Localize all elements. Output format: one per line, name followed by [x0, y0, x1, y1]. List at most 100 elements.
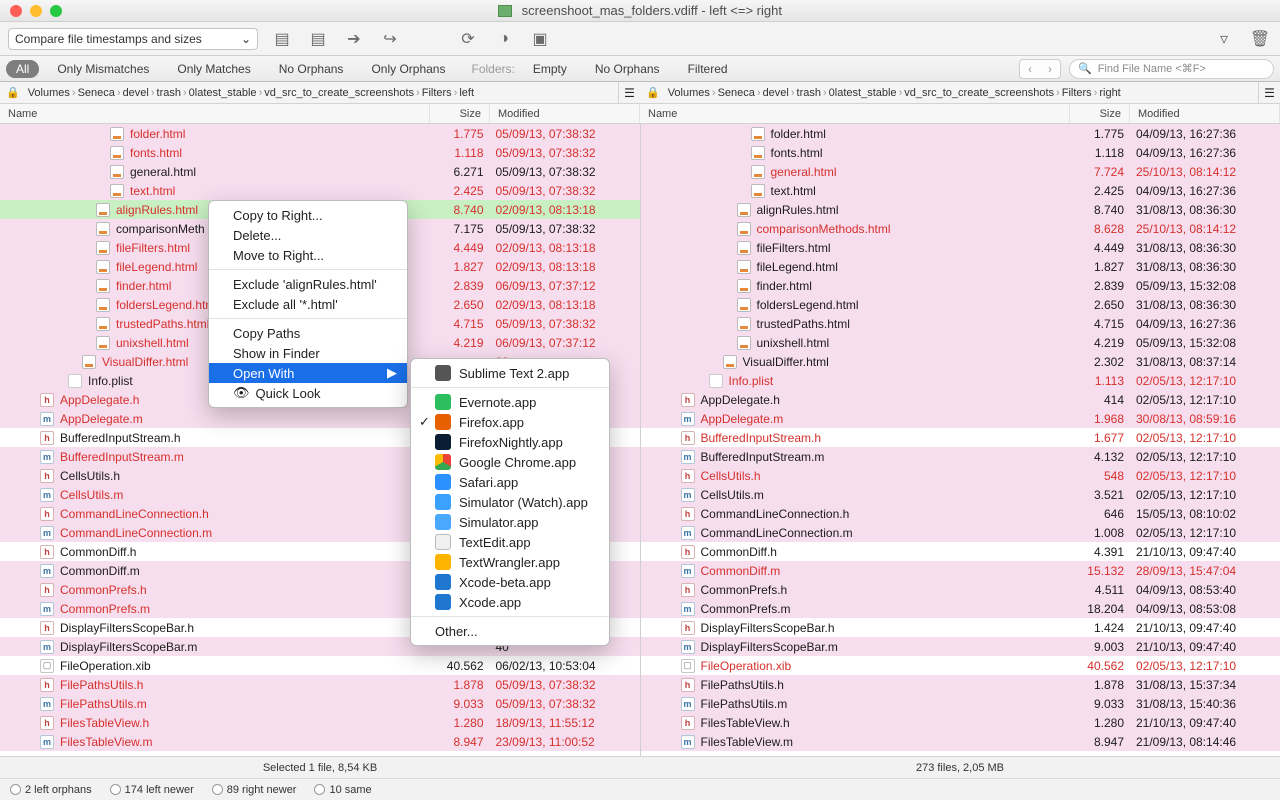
file-row[interactable]: text.html 2.425 04/09/13, 16:27:36 — [641, 181, 1280, 200]
menu-item-app[interactable]: Evernote.app — [411, 392, 609, 412]
compare-mode-select[interactable]: Compare file timestamps and sizes⌄ — [8, 28, 258, 50]
menu-item[interactable]: Delete... — [209, 225, 407, 245]
prev-next-diff[interactable]: ‹› — [1019, 59, 1061, 79]
funnel-icon[interactable]: ▿ — [1212, 28, 1236, 50]
filter-no-orphans[interactable]: No Orphans — [269, 60, 354, 78]
file-row[interactable]: unixshell.html 4.219 05/09/13, 15:32:08 — [641, 333, 1280, 352]
col-name[interactable]: Name — [640, 104, 1070, 123]
file-pane-right[interactable]: folder.html 1.775 04/09/13, 16:27:36 fon… — [641, 124, 1280, 756]
menu-item-other[interactable]: Other... — [411, 621, 609, 641]
menu-item[interactable]: Copy to Right... — [209, 205, 407, 225]
file-row[interactable]: comparisonMethods.html 8.628 25/10/13, 0… — [641, 219, 1280, 238]
folders-empty[interactable]: Empty — [523, 60, 577, 78]
chevron-right-icon[interactable]: › — [1040, 60, 1060, 78]
col-size[interactable]: Size — [430, 104, 490, 123]
file-row[interactable]: h CellsUtils.h 548 02/05/13, 12:17:10 — [641, 466, 1280, 485]
file-row[interactable]: m FilePathsUtils.m 9.033 31/08/13, 15:40… — [641, 694, 1280, 713]
file-row[interactable]: m BufferedInputStream.m 4.132 02/05/13, … — [641, 447, 1280, 466]
context-menu[interactable]: Copy to Right...Delete...Move to Right..… — [208, 200, 408, 408]
file-row[interactable]: fileLegend.html 1.827 31/08/13, 08:36:30 — [641, 257, 1280, 276]
menu-item[interactable]: Show in Finder — [209, 343, 407, 363]
folder-icon[interactable]: ▣ — [528, 28, 552, 50]
menu-item[interactable]: Open With▶ — [209, 363, 407, 383]
col-modified[interactable]: Modified — [1130, 104, 1280, 123]
file-row[interactable]: text.html 2.425 05/09/13, 07:38:32 — [0, 181, 640, 200]
breadcrumb-left[interactable]: 🔒 Volumes›Seneca›devel›trash›0latest_sta… — [0, 82, 618, 103]
menu-item[interactable]: Copy Paths — [209, 323, 407, 343]
menu-item-app[interactable]: Simulator.app — [411, 512, 609, 532]
file-row[interactable]: general.html 6.271 05/09/13, 07:38:32 — [0, 162, 640, 181]
menu-item-app[interactable]: Safari.app — [411, 472, 609, 492]
file-row[interactable]: m CommonDiff.m 15.132 28/09/13, 15:47:04 — [641, 561, 1280, 580]
file-row[interactable]: h CommandLineConnection.h 646 15/05/13, … — [641, 504, 1280, 523]
file-row[interactable]: h FilesTableView.h 1.280 21/10/13, 09:47… — [641, 713, 1280, 732]
collapse-left-icon[interactable]: ▤ — [270, 28, 294, 50]
legend-right-newer[interactable]: 89 right newer — [212, 784, 297, 796]
file-row[interactable]: foldersLegend.html 2.650 31/08/13, 08:36… — [641, 295, 1280, 314]
arrow-right-alt-icon[interactable]: ↪ — [378, 28, 402, 50]
file-row[interactable]: alignRules.html 8.740 31/08/13, 08:36:30 — [641, 200, 1280, 219]
file-row[interactable]: m DisplayFiltersScopeBar.m 9.003 21/10/1… — [641, 637, 1280, 656]
trash-icon[interactable]: 🗑 — [1248, 28, 1272, 50]
breadcrumb-right[interactable]: 🔒 Volumes›Seneca›devel›trash›0latest_sta… — [640, 82, 1258, 103]
menu-item-app[interactable]: ✓Firefox.app — [411, 412, 609, 432]
file-row[interactable]: finder.html 2.839 05/09/13, 15:32:08 — [641, 276, 1280, 295]
file-row[interactable]: folder.html 1.775 05/09/13, 07:38:32 — [0, 124, 640, 143]
file-row[interactable]: h FilePathsUtils.h 1.878 31/08/13, 15:37… — [641, 675, 1280, 694]
menu-item[interactable]: Exclude all '*.html' — [209, 294, 407, 314]
filter-only-orphans[interactable]: Only Orphans — [361, 60, 455, 78]
menu-item-app[interactable]: Google Chrome.app — [411, 452, 609, 472]
file-row[interactable]: trustedPaths.html 4.715 04/09/13, 16:27:… — [641, 314, 1280, 333]
col-name[interactable]: Name — [0, 104, 430, 123]
refresh-icon[interactable]: ⟳ — [456, 28, 480, 50]
venn-icon[interactable]: ◑ — [492, 28, 516, 50]
legend-left-newer[interactable]: 174 left newer — [110, 784, 194, 796]
file-row[interactable]: fonts.html 1.118 04/09/13, 16:27:36 — [641, 143, 1280, 162]
col-size[interactable]: Size — [1070, 104, 1130, 123]
legend-same[interactable]: 10 same — [314, 784, 371, 796]
file-row[interactable]: m FilesTableView.m 8.947 21/09/13, 08:14… — [641, 732, 1280, 751]
menu-item-app[interactable]: Xcode.app — [411, 592, 609, 612]
menu-item[interactable]: Sublime Text 2.app — [411, 363, 609, 383]
file-row[interactable]: h AppDelegate.h 414 02/05/13, 12:17:10 — [641, 390, 1280, 409]
file-row[interactable]: Info.plist 1.113 02/05/13, 12:17:10 — [641, 371, 1280, 390]
folders-no-orphans[interactable]: No Orphans — [585, 60, 670, 78]
filter-matches[interactable]: Only Matches — [167, 60, 260, 78]
sidebar-toggle-icon[interactable]: ☰ — [1258, 82, 1280, 103]
filter-all[interactable]: All — [6, 60, 39, 78]
file-row[interactable]: VisualDiffer.html 2.302 31/08/13, 08:37:… — [641, 352, 1280, 371]
file-row[interactable]: h FilePathsUtils.h 1.878 05/09/13, 07:38… — [0, 675, 640, 694]
filter-mismatches[interactable]: Only Mismatches — [47, 60, 159, 78]
open-with-submenu[interactable]: Sublime Text 2.app Evernote.app✓Firefox.a… — [410, 358, 610, 646]
col-modified[interactable]: Modified — [490, 104, 640, 123]
file-row[interactable]: fileFilters.html 4.449 31/08/13, 08:36:3… — [641, 238, 1280, 257]
menu-item-app[interactable]: FirefoxNightly.app — [411, 432, 609, 452]
menu-item-app[interactable]: Simulator (Watch).app — [411, 492, 609, 512]
folders-filtered[interactable]: Filtered — [678, 60, 738, 78]
menu-item[interactable]: Exclude 'alignRules.html' — [209, 274, 407, 294]
search-input[interactable]: 🔍 Find File Name <⌘F> — [1069, 59, 1274, 79]
menu-item-app[interactable]: Xcode-beta.app — [411, 572, 609, 592]
file-row[interactable]: m CommonPrefs.m 18.204 04/09/13, 08:53:0… — [641, 599, 1280, 618]
file-row[interactable]: general.html 7.724 25/10/13, 08:14:12 — [641, 162, 1280, 181]
file-row[interactable]: m FilesTableView.m 8.947 23/09/13, 11:00… — [0, 732, 640, 751]
file-row[interactable]: ▢ FileOperation.xib 40.562 06/02/13, 10:… — [0, 656, 640, 675]
legend-left-orphans[interactable]: 2 left orphans — [10, 784, 92, 796]
collapse-right-icon[interactable]: ▤ — [306, 28, 330, 50]
arrow-right-icon[interactable]: ➔ — [342, 28, 366, 50]
file-row[interactable]: h FilesTableView.h 1.280 18/09/13, 11:55… — [0, 713, 640, 732]
file-row[interactable]: m FilePathsUtils.m 9.033 05/09/13, 07:38… — [0, 694, 640, 713]
file-row[interactable]: m AppDelegate.m 1.968 30/08/13, 08:59:16 — [641, 409, 1280, 428]
file-row[interactable]: h CommonPrefs.h 4.511 04/09/13, 08:53:40 — [641, 580, 1280, 599]
file-row[interactable]: h BufferedInputStream.h 1.677 02/05/13, … — [641, 428, 1280, 447]
file-row[interactable]: m CommandLineConnection.m 1.008 02/05/13… — [641, 523, 1280, 542]
menu-item[interactable]: 👁Quick Look — [209, 383, 407, 403]
file-row[interactable]: h DisplayFiltersScopeBar.h 1.424 21/10/1… — [641, 618, 1280, 637]
file-row[interactable]: fonts.html 1.118 05/09/13, 07:38:32 — [0, 143, 640, 162]
menu-item-app[interactable]: TextWrangler.app — [411, 552, 609, 572]
file-row[interactable]: h CommonDiff.h 4.391 21/10/13, 09:47:40 — [641, 542, 1280, 561]
menu-item[interactable]: Move to Right... — [209, 245, 407, 265]
sidebar-toggle-icon[interactable]: ☰ — [618, 82, 640, 103]
file-row[interactable]: m CellsUtils.m 3.521 02/05/13, 12:17:10 — [641, 485, 1280, 504]
file-row[interactable]: ▢ FileOperation.xib 40.562 02/05/13, 12:… — [641, 656, 1280, 675]
